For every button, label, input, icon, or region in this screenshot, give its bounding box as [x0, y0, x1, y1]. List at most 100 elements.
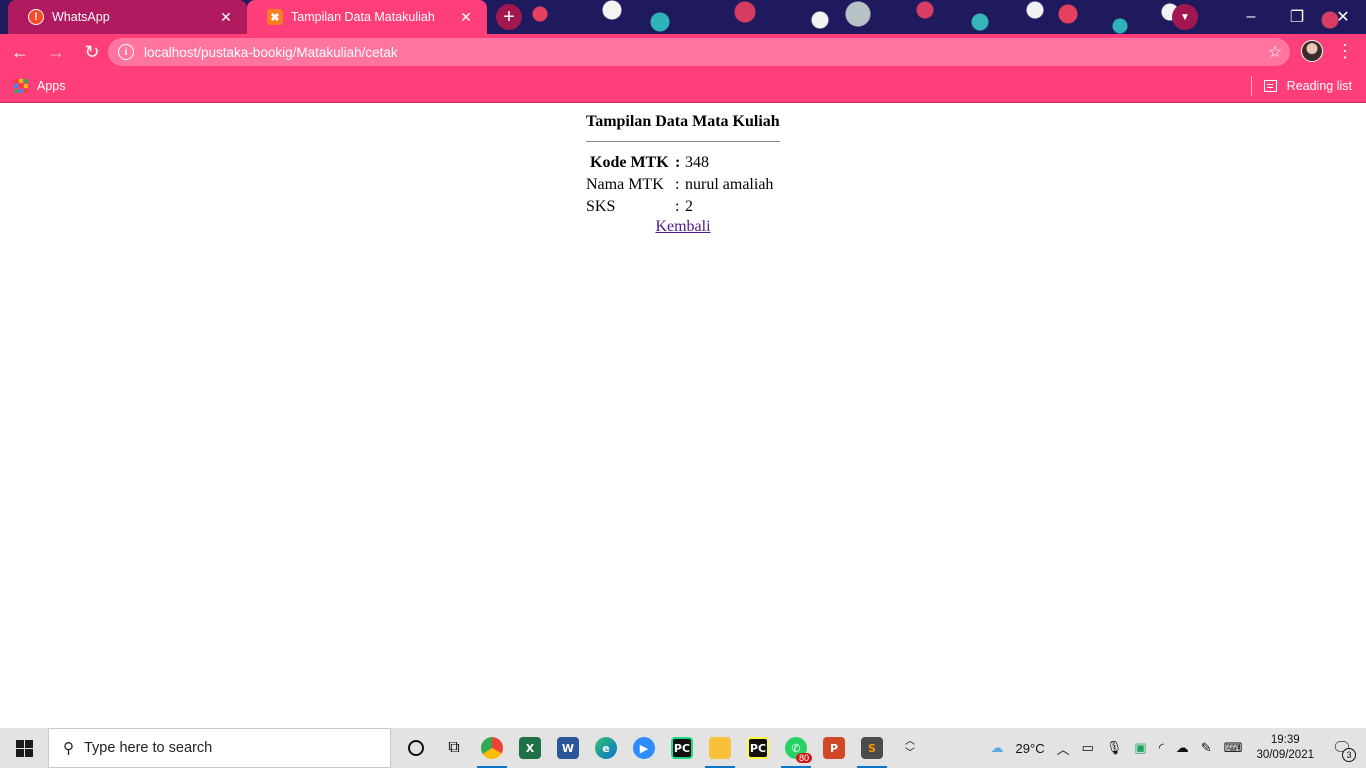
- minimize-icon[interactable]: –: [1228, 8, 1274, 26]
- row-separator: :: [675, 154, 681, 171]
- tab-whatsapp[interactable]: ! WhatsApp ✕: [8, 0, 247, 34]
- apps-bookmark[interactable]: Apps: [37, 79, 66, 93]
- whatsapp-unread-badge: 80: [795, 753, 812, 763]
- new-tab-button[interactable]: +: [496, 4, 522, 30]
- row-separator: :: [675, 176, 680, 193]
- taskbar-sublime-text[interactable]: S: [853, 728, 891, 768]
- taskbar-scroll[interactable]: ︿ ﹀: [891, 728, 929, 768]
- back-link[interactable]: Kembali: [586, 218, 780, 236]
- bookmark-star-icon[interactable]: ☆: [1260, 42, 1290, 62]
- chevron-up-down-icon: ︿ ﹀: [905, 736, 915, 759]
- reading-list-icon: [1263, 80, 1277, 92]
- taskbar-file-explorer[interactable]: [701, 728, 739, 768]
- tab-title: Tampilan Data Matakuliah: [291, 10, 435, 24]
- microphone-icon[interactable]: 🎙: [1106, 740, 1123, 756]
- notification-center-icon[interactable]: 🗨 3: [1328, 738, 1356, 762]
- clock-date: 30/09/2021: [1256, 749, 1314, 761]
- edge-icon: e: [595, 737, 617, 759]
- course-detail-card: Tampilan Data Mata Kuliah Kode MTK : 348…: [586, 113, 780, 236]
- close-tab-icon[interactable]: ✕: [217, 9, 235, 26]
- table-row: SKS : 2: [586, 196, 773, 218]
- divider: [1250, 76, 1252, 96]
- site-info-icon[interactable]: i: [118, 44, 134, 60]
- reading-list-label: Reading list: [1286, 79, 1352, 93]
- row-separator: :: [675, 198, 680, 215]
- row-label: Nama MTK: [586, 176, 664, 193]
- search-icon: ⚲: [63, 740, 74, 757]
- menu-kebab-icon[interactable]: ⋮: [1336, 40, 1354, 64]
- taskbar-powerpoint[interactable]: P: [815, 728, 853, 768]
- reading-list-button[interactable]: Reading list: [1250, 70, 1352, 102]
- address-url[interactable]: localhost/pustaka-bookig/Matakuliah/ceta…: [144, 45, 1260, 60]
- profile-avatar[interactable]: [1301, 40, 1323, 62]
- table-row: Nama MTK : nurul amaliah: [586, 174, 773, 196]
- row-label: SKS: [586, 198, 616, 215]
- taskbar-pycharm-edu[interactable]: PC: [739, 728, 777, 768]
- row-label: Kode MTK: [590, 154, 669, 171]
- taskbar-word[interactable]: W: [549, 728, 587, 768]
- chrome-icon: [481, 737, 503, 759]
- task-view-icon[interactable]: ⧉: [435, 728, 473, 768]
- bookmarks-bar: Apps Reading list: [0, 70, 1366, 103]
- window-controls: ▼ – ❐ ✕: [1172, 0, 1366, 34]
- zoom-icon: ▶: [633, 737, 655, 759]
- whatsapp-alert-icon: !: [28, 9, 44, 25]
- taskbar-pycharm[interactable]: PC: [663, 728, 701, 768]
- windows-logo-icon: [15, 739, 33, 757]
- onedrive-cloud-icon[interactable]: ☁: [1176, 740, 1189, 756]
- row-value: 2: [685, 198, 693, 215]
- weather-temperature[interactable]: 29°C: [1016, 741, 1045, 756]
- page-title: Tampilan Data Mata Kuliah: [586, 113, 780, 130]
- task-view-glyph-icon: ⧉: [448, 739, 460, 756]
- close-tab-icon[interactable]: ✕: [457, 9, 475, 26]
- taskbar-chrome[interactable]: [473, 728, 511, 768]
- cortana-circle-icon: [408, 740, 424, 756]
- tab-strip: ! WhatsApp ✕ ✖ Tampilan Data Matakuliah …: [0, 0, 1366, 34]
- browser-toolbar: ← → ↻ i localhost/pustaka-bookig/Matakul…: [0, 34, 1366, 70]
- clock-time: 19:39: [1270, 734, 1300, 746]
- excel-icon: X: [519, 737, 541, 759]
- search-placeholder: Type here to search: [84, 740, 213, 756]
- table-row: Kode MTK : 348: [586, 152, 773, 174]
- taskbar-zoom[interactable]: ▶: [625, 728, 663, 768]
- taskbar-whatsapp[interactable]: ✆ 80: [777, 728, 815, 768]
- forward-arrow-icon[interactable]: →: [40, 36, 72, 68]
- pen-icon[interactable]: ✎: [1201, 740, 1212, 756]
- taskbar-edge[interactable]: e: [587, 728, 625, 768]
- address-bar[interactable]: i localhost/pustaka-bookig/Matakuliah/ce…: [108, 38, 1290, 66]
- keyboard-icon[interactable]: ⌨: [1224, 740, 1243, 756]
- row-value: nurul amaliah: [685, 176, 774, 193]
- wifi-icon[interactable]: ◜: [1159, 740, 1164, 756]
- row-value: 348: [685, 154, 709, 171]
- tab-tampilan-data-matakuliah[interactable]: ✖ Tampilan Data Matakuliah ✕: [247, 0, 487, 34]
- reload-icon[interactable]: ↻: [76, 36, 108, 68]
- tab-title: WhatsApp: [52, 10, 110, 24]
- pycharm-icon: PC: [671, 737, 693, 759]
- page-content: Tampilan Data Mata Kuliah Kode MTK : 348…: [0, 103, 1366, 728]
- apps-grid-icon[interactable]: [14, 79, 28, 93]
- close-window-icon[interactable]: ✕: [1320, 7, 1366, 27]
- start-button[interactable]: [0, 728, 48, 768]
- taskbar-search-box[interactable]: ⚲ Type here to search: [48, 728, 391, 768]
- pycharm-edu-icon: PC: [747, 737, 769, 759]
- course-detail-table: Kode MTK : 348 Nama MTK : nurul amaliah …: [586, 152, 773, 218]
- cortana-icon[interactable]: [397, 728, 435, 768]
- restore-icon[interactable]: ❐: [1274, 7, 1320, 27]
- divider: [586, 141, 780, 142]
- back-arrow-icon[interactable]: ←: [4, 36, 36, 68]
- word-icon: W: [557, 737, 579, 759]
- weather-cloud-icon[interactable]: ☁: [991, 740, 1004, 756]
- file-explorer-icon: [709, 737, 731, 759]
- battery-icon[interactable]: ▭: [1082, 740, 1094, 756]
- powerpoint-icon: P: [823, 737, 845, 759]
- app-tray-icon[interactable]: ▣: [1134, 740, 1146, 756]
- taskbar-excel[interactable]: X: [511, 728, 549, 768]
- windows-taskbar: ⚲ Type here to search ⧉ X W e ▶ PC PC ✆ …: [0, 728, 1366, 768]
- sublime-text-icon: S: [861, 737, 883, 759]
- xampp-icon: ✖: [267, 9, 283, 25]
- system-tray: ☁ 29°C ︿ ▭ 🎙 ▣ ◜ ☁ ✎ ⌨ 19:39 30/09/2021 …: [985, 728, 1366, 768]
- tab-search-icon[interactable]: ▼: [1172, 4, 1198, 30]
- show-hidden-icons-chevron-icon[interactable]: ︿: [1057, 739, 1070, 758]
- notification-count-badge: 3: [1342, 748, 1356, 762]
- clock[interactable]: 19:39 30/09/2021: [1256, 733, 1314, 763]
